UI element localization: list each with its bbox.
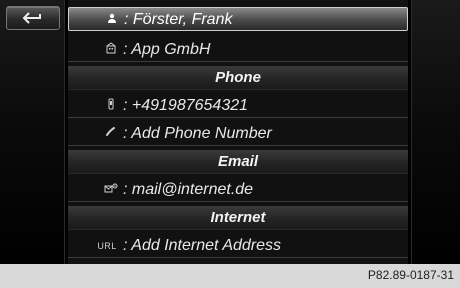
add-phone-number-row[interactable]: : Add Phone Number	[68, 122, 408, 146]
company-row[interactable]: : App GmbH	[68, 38, 408, 62]
person-icon	[104, 12, 120, 28]
phone-number-row[interactable]: : +491987654321	[68, 94, 408, 118]
email-at-icon	[103, 182, 119, 198]
right-side-panel	[411, 0, 460, 264]
back-arrow-icon	[22, 12, 41, 24]
contact-details-list: : Förster, Frank : App GmbH Phone: +491…	[68, 0, 408, 264]
handset-icon	[103, 126, 119, 142]
screen: : Förster, Frank : App GmbH Phone: +491…	[0, 0, 460, 264]
add-phone-number: : Add Phone Number	[123, 125, 272, 142]
email-address: : mail@internet.de	[123, 181, 254, 198]
back-button[interactable]	[6, 6, 60, 30]
phone-section-header: Phone	[68, 66, 408, 90]
building-icon	[103, 42, 119, 58]
internet-section-header: Internet	[68, 206, 408, 230]
email-address-row[interactable]: : mail@internet.de	[68, 178, 408, 202]
figure-code: P82.89-0187-31	[367, 268, 454, 282]
contact-name-row[interactable]: : Förster, Frank	[68, 7, 408, 31]
add-internet-address-row[interactable]: URL : Add Internet Address	[68, 234, 408, 258]
add-internet-address: : Add Internet Address	[123, 237, 282, 254]
email-section-title: Email	[217, 153, 259, 170]
phone-section-title: Phone	[215, 69, 261, 86]
left-side-panel	[0, 0, 65, 264]
contact-name: : Förster, Frank	[124, 11, 233, 28]
url-icon: URL	[97, 241, 117, 251]
phone-number: : +491987654321	[123, 97, 249, 114]
email-section-header: Email	[68, 150, 408, 174]
figure-footer: P82.89-0187-31	[0, 264, 460, 288]
mobile-phone-icon	[103, 98, 119, 114]
internet-section-title: Internet	[210, 209, 266, 226]
company-name: : App GmbH	[123, 41, 211, 58]
